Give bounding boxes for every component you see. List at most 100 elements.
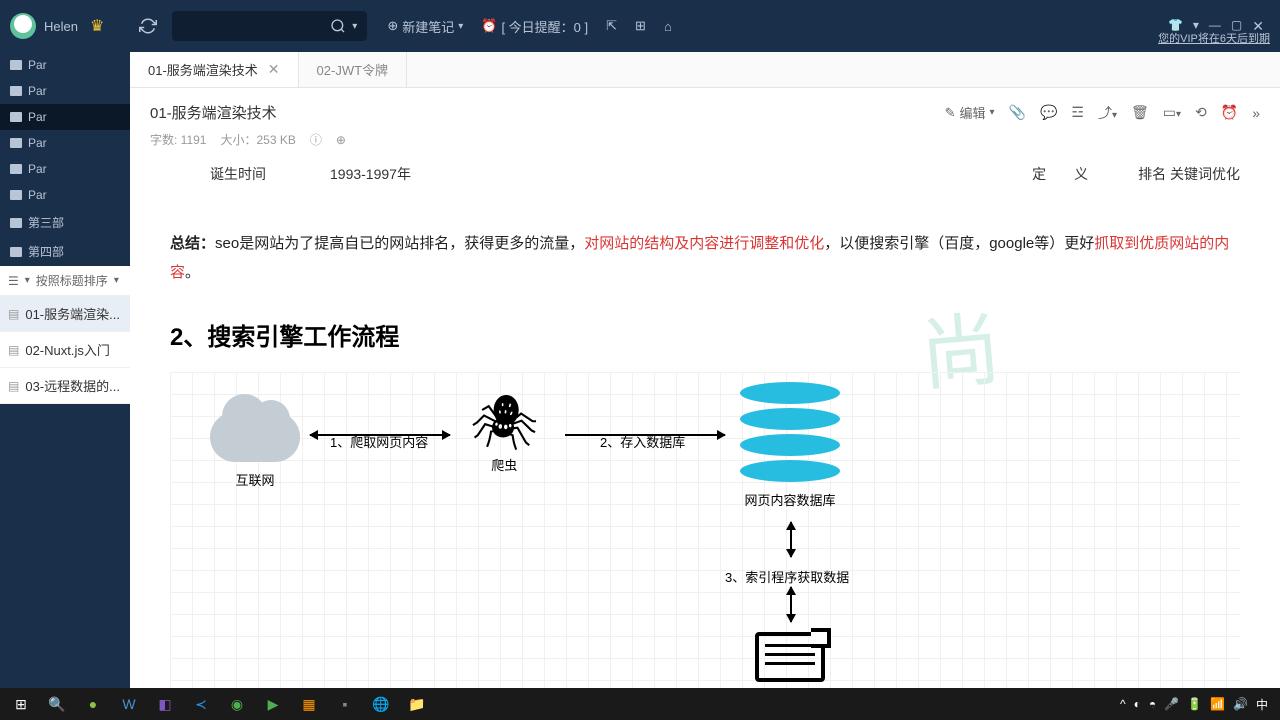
vip-notice[interactable]: 您的VIP将在6天后到期 [1158, 30, 1270, 46]
note-item[interactable]: ▤02-Nuxt.js入门 [0, 332, 130, 368]
arrow-2-label: 2、存入数据库 [600, 432, 685, 451]
birth-value: 1993-1997年 [330, 164, 1032, 184]
doc-header: 01-服务端渲染技术 ✎编辑▾ 📎 💬 ☲ ⤴▾ 🗑 ▭▾ ⟲ ⏰ » [130, 88, 1280, 131]
doc-icon: ▤ [8, 343, 19, 357]
db-node: 网页内容数据库 [740, 382, 840, 509]
app-icon[interactable]: ◧ [148, 690, 182, 718]
app-icon[interactable]: ◉ [220, 690, 254, 718]
trash-icon[interactable]: 🗑 [1131, 104, 1149, 121]
section-item[interactable]: 第四部 [0, 237, 130, 266]
app-icon[interactable]: ▪ [328, 690, 362, 718]
taskbar: ⊞ 🔍 ● W ◧ ≺ ◉ ▶ ▦ ▪ 🌐 📁 ^ ◐ ◓ 🎤 🔋 📶 🔊 中 [0, 688, 1280, 720]
folder-icon [10, 138, 22, 148]
clock-icon: ⏰ [481, 18, 497, 34]
folder-icon [10, 112, 22, 122]
system-tray: ^ ◐ ◓ 🎤 🔋 📶 🔊 中 [1120, 696, 1276, 713]
titlebar: Helen ♛ ▾ ⊕ 新建笔记 ▾ ⏰ [ 今日提醒：0 ] ⇱ ⊞ ⌂ 👕 … [0, 0, 1280, 52]
folder-item[interactable]: Par [0, 130, 130, 156]
folder-item[interactable]: Par [0, 156, 130, 182]
plus-icon: ⊕ [387, 18, 398, 34]
chevron-down-icon: ▾ [989, 107, 994, 118]
def-label: 定 义 [1032, 164, 1088, 184]
folder-item[interactable]: Par [0, 52, 130, 78]
tray-icon[interactable]: 🎤 [1164, 697, 1179, 711]
spider-node: 🕷 爬虫 [470, 392, 539, 474]
search-input[interactable]: ▾ [172, 11, 367, 41]
doc-title: 01-服务端渲染技术 [150, 102, 945, 123]
word-count: 字数: 1191 [150, 131, 206, 148]
book-icon[interactable]: ▭▾ [1163, 104, 1181, 121]
def-value: 排名 关键词优化 [1138, 164, 1240, 184]
avatar[interactable] [10, 13, 36, 39]
ime-indicator[interactable]: 中 [1256, 696, 1268, 713]
share-icon[interactable]: ⤴▾ [1098, 103, 1117, 123]
doc-icon: ▤ [8, 379, 19, 393]
info-icon[interactable]: ⓘ [310, 131, 322, 148]
folder-item[interactable]: Par [0, 104, 130, 130]
arrow-1-label: 1、爬取网页内容 [330, 432, 428, 451]
home-icon[interactable]: ⌂ [664, 19, 672, 34]
folder-icon [10, 247, 22, 257]
app-icon[interactable]: 🌐 [364, 690, 398, 718]
tray-icon[interactable]: ◓ [1149, 697, 1156, 711]
search-button[interactable]: 🔍 [40, 690, 74, 718]
refresh-icon[interactable] [139, 17, 157, 35]
vip-crown-icon[interactable]: ♛ [90, 16, 104, 36]
close-icon[interactable]: ✕ [268, 61, 280, 78]
section-item[interactable]: 第三部 [0, 208, 130, 237]
pencil-icon: ✎ [945, 105, 956, 121]
tray-icon[interactable]: 🔋 [1187, 697, 1202, 711]
new-note-button[interactable]: ⊕ 新建笔记 ▾ [387, 17, 463, 36]
tab-active[interactable]: 01-服务端渲染技术 ✕ [130, 52, 299, 87]
folder-icon [10, 164, 22, 174]
link-icon[interactable]: ⟲ [1195, 104, 1207, 121]
list-icon[interactable]: ☲ [1071, 104, 1084, 121]
spider-icon: 🕷 [470, 392, 539, 455]
diagram: 互联网 1、爬取网页内容 🕷 爬虫 2、存入数据库 [170, 372, 1240, 688]
app-icon[interactable]: ▶ [256, 690, 290, 718]
arrow-3-top [790, 522, 792, 557]
app-icon[interactable]: ≺ [184, 690, 218, 718]
note-item[interactable]: ▤03-远程数据的... [0, 368, 130, 404]
edit-button[interactable]: ✎编辑▾ [945, 103, 995, 122]
doc-meta: 字数: 1191 大小：253 KB ⓘ ⊕ [130, 131, 1280, 158]
content-area: 01-服务端渲染技术 ✕ 02-JWT令牌 01-服务端渲染技术 ✎编辑▾ 📎 … [130, 52, 1280, 688]
summary: 总结：seo是网站为了提高自已的网站排名，获得更多的流量，对网站的结构及内容进行… [170, 230, 1240, 287]
app-icon[interactable]: ● [76, 690, 110, 718]
folder-item[interactable]: Par [0, 78, 130, 104]
more-icon[interactable]: » [1252, 105, 1260, 121]
tray-icon[interactable]: ◐ [1134, 697, 1141, 711]
tray-icon[interactable]: 📶 [1210, 697, 1225, 711]
comment-icon[interactable]: 💬 [1040, 104, 1057, 121]
tray-icon[interactable]: 🔊 [1233, 697, 1248, 711]
menu-icon: ☰ [8, 274, 19, 288]
add-icon[interactable]: ⊕ [336, 133, 346, 147]
chevron-down-icon: ▾ [458, 21, 463, 32]
start-button[interactable]: ⊞ [4, 690, 38, 718]
sort-bar[interactable]: ☰ ▾ 按照标题排序 ▾ [0, 266, 130, 296]
app-icon[interactable]: ▦ [292, 690, 326, 718]
doc-body: 诞生时间 1993-1997年 定 义 排名 关键词优化 尚 总结：seo是网站… [130, 158, 1280, 688]
tab[interactable]: 02-JWT令牌 [299, 52, 408, 87]
birth-label: 诞生时间 [170, 164, 330, 184]
server-icon [755, 632, 825, 682]
reminder-button[interactable]: ⏰ [ 今日提醒：0 ] [481, 17, 588, 36]
cloud-icon [210, 412, 300, 462]
attachment-icon[interactable]: 📎 [1009, 104, 1026, 121]
external-icon[interactable]: ⇱ [606, 18, 617, 34]
chevron-down-icon: ▾ [25, 275, 30, 286]
tabs: 01-服务端渲染技术 ✕ 02-JWT令牌 [130, 52, 1280, 88]
username: Helen [44, 19, 78, 34]
app-icon[interactable]: 📁 [400, 690, 434, 718]
folder-icon [10, 60, 22, 70]
server-node [755, 632, 825, 682]
search-icon [330, 18, 346, 34]
apps-icon[interactable]: ⊞ [635, 18, 646, 34]
tray-icon[interactable]: ^ [1120, 697, 1126, 711]
alarm-icon[interactable]: ⏰ [1221, 104, 1238, 121]
doc-tools: ✎编辑▾ 📎 💬 ☲ ⤴▾ 🗑 ▭▾ ⟲ ⏰ » [945, 103, 1260, 123]
note-item[interactable]: ▤01-服务端渲染... [0, 296, 130, 332]
chevron-down-icon: ▾ [352, 21, 357, 32]
folder-item[interactable]: Par [0, 182, 130, 208]
app-icon[interactable]: W [112, 690, 146, 718]
